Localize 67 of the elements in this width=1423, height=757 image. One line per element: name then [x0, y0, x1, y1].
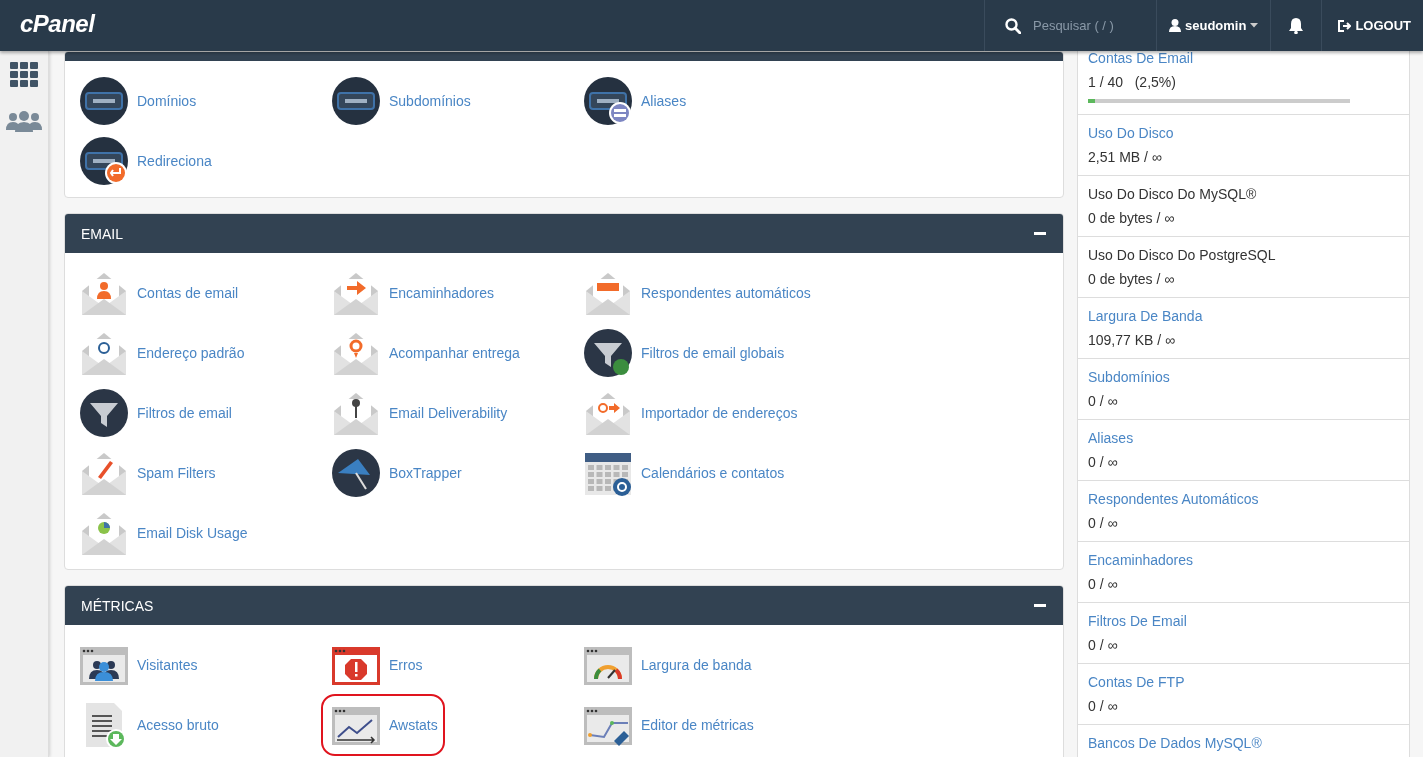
panel-header[interactable]: EMAIL — [65, 214, 1063, 253]
cpanel-logo[interactable]: cPanel — [0, 0, 984, 51]
panel-title: EMAIL — [81, 225, 123, 242]
stat-value: 1 / 40 (2,5%) — [1088, 73, 1177, 92]
web-address-alias-icon[interactable] — [584, 77, 632, 125]
tool-link[interactable]: Erros — [389, 657, 423, 673]
stat-value: 0 / ∞ — [1088, 636, 1119, 655]
funnel-icon[interactable] — [80, 389, 128, 437]
tool-link[interactable]: Acesso bruto — [137, 717, 219, 733]
tool-link[interactable]: Subdomínios — [389, 93, 471, 109]
stat-value: 0 / ∞ — [1088, 453, 1119, 472]
tool-link[interactable]: Endereço padrão — [137, 345, 245, 361]
stat-label: Uso Do Disco Do MySQL® — [1088, 185, 1258, 204]
search-field[interactable]: Pesquisar ( / ) — [1031, 17, 1140, 34]
stat-value: 2,51 MB / ∞ — [1088, 148, 1163, 167]
tool-link[interactable]: Acompanhar entrega — [389, 345, 520, 361]
stat-value: 0 / ∞ — [1088, 697, 1119, 716]
tool-link[interactable]: Encaminhadores — [389, 285, 495, 301]
panel-title: MÉTRICAS — [81, 597, 154, 614]
stat-label: Uso Do Disco Do PostgreSQL — [1088, 246, 1277, 265]
tool-link[interactable]: Editor de métricas — [641, 717, 754, 733]
user-icon — [1169, 19, 1181, 32]
stat-value: 0 de bytes / ∞ — [1088, 209, 1176, 228]
apps-grid-icon[interactable] — [10, 62, 38, 87]
user-menu-button[interactable]: seudomin — [1169, 18, 1259, 33]
stat-link[interactable]: Encaminhadores — [1088, 550, 1399, 570]
tool-link[interactable]: Email Disk Usage — [137, 525, 248, 541]
logout-button[interactable]: LOGOUT — [1338, 18, 1411, 33]
users-icon[interactable] — [6, 110, 42, 132]
stat-link[interactable]: Aliases — [1088, 428, 1399, 448]
bell-icon[interactable] — [1288, 17, 1305, 34]
tool-link[interactable]: Visitantes — [137, 657, 198, 673]
tool-link[interactable]: Calendários e contatos — [641, 465, 785, 481]
panel-header[interactable]: MÉTRICAS — [65, 586, 1063, 625]
tool-link[interactable]: Filtros de email — [137, 405, 232, 421]
tool-link[interactable]: Spam Filters — [137, 465, 216, 481]
stat-value: 0 de bytes / ∞ — [1088, 270, 1176, 289]
caret-icon — [1250, 23, 1259, 28]
stat-link[interactable]: Respondentes Automáticos — [1088, 489, 1399, 509]
stat-link[interactable]: Contas De Email — [1088, 51, 1399, 68]
stat-value: 109,77 KB / ∞ — [1088, 331, 1177, 350]
tool-link[interactable]: BoxTrapper — [389, 465, 462, 481]
tool-link[interactable]: Filtros de email globais — [641, 345, 785, 361]
tool-link[interactable]: Respondentes automáticos — [641, 285, 811, 301]
umbrella-icon[interactable] — [332, 449, 380, 497]
tool-link[interactable]: Aliases — [641, 93, 687, 109]
logout-icon — [1338, 19, 1352, 32]
web-address-redirect-icon[interactable] — [80, 137, 128, 185]
web-address-icon[interactable] — [332, 77, 380, 125]
web-address-icon[interactable] — [80, 77, 128, 125]
stat-link[interactable]: Largura De Banda — [1088, 306, 1399, 326]
stat-link[interactable]: Filtros De Email — [1088, 611, 1399, 631]
tool-link[interactable]: Contas de email — [137, 285, 239, 301]
funnel-globe-icon[interactable] — [584, 329, 632, 377]
tool-link[interactable]: Awstats — [389, 717, 438, 733]
stat-value: 0 / ∞ — [1088, 392, 1119, 411]
stat-value: 0 / ∞ — [1088, 575, 1119, 594]
stat-link[interactable]: Subdomínios — [1088, 367, 1399, 387]
stat-link[interactable]: Uso Do Disco — [1088, 123, 1399, 143]
tool-link[interactable]: Domínios — [137, 93, 197, 109]
search-icon — [1005, 17, 1021, 34]
tool-link[interactable]: Largura de banda — [641, 657, 752, 673]
stat-link[interactable]: Contas De FTP — [1088, 672, 1399, 692]
tool-link[interactable]: Email Deliverability — [389, 405, 508, 421]
stat-value: 0 / ∞ — [1088, 514, 1119, 533]
tool-link[interactable]: Redireciona — [137, 153, 212, 169]
tool-link[interactable]: Importador de endereços — [641, 405, 798, 421]
